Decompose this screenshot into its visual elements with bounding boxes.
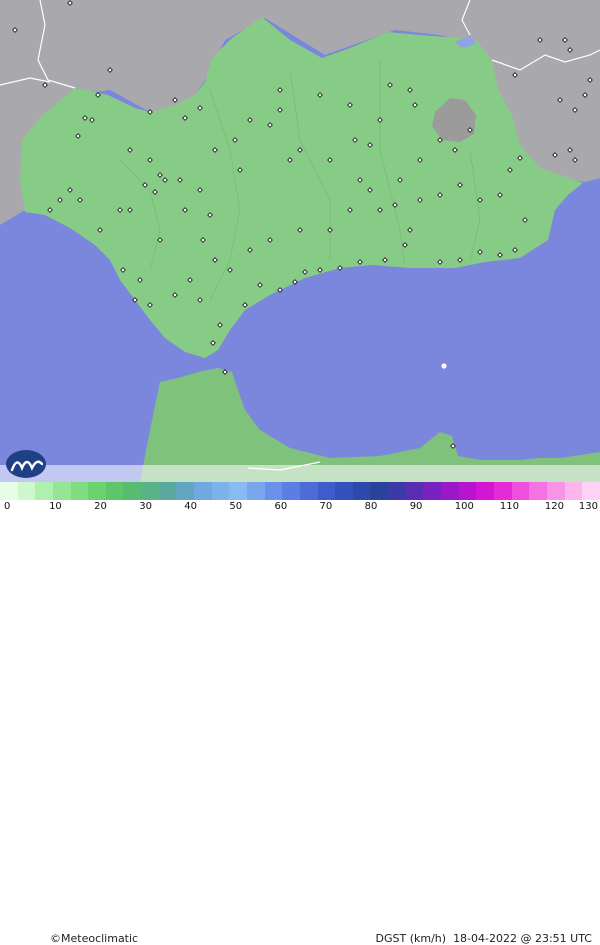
legend-swatch: [458, 482, 477, 500]
legend-tick-label: 30: [139, 501, 152, 512]
legend-tick-label: 110: [499, 501, 519, 512]
legend-swatch: [335, 482, 353, 500]
legend-swatch: [511, 482, 530, 500]
legend-swatch: [546, 482, 565, 500]
legend-swatch: [529, 482, 547, 500]
legend-swatch: [176, 482, 195, 500]
color-legend: 0 10 20 30 40 50 60 70 80 90 100 110 120 130: [0, 482, 600, 517]
legend-swatch: [141, 482, 159, 500]
timestamp-label: 18-04-2022 @ 23:51 UTC: [453, 932, 592, 945]
legend-tick-label: 20: [94, 501, 107, 512]
legend-swatch: [105, 482, 124, 500]
legend-swatch: [229, 482, 247, 500]
legend-swatch: [441, 482, 459, 500]
legend-tick-label: 80: [364, 501, 378, 512]
island: [441, 363, 447, 369]
brand-label: ©Meteoclimatic: [50, 932, 139, 945]
map-footer: ©Meteoclimatic DGST (km/h) 18-04-2022 @ …: [0, 465, 600, 945]
legend-tick-label: 0: [4, 501, 11, 512]
legend-tick-label: 60: [274, 501, 288, 512]
legend-swatch: [493, 482, 512, 500]
legend-swatch: [405, 482, 424, 500]
legend-swatch: [476, 482, 494, 500]
legend-swatch: [299, 482, 318, 500]
legend-swatch: [123, 482, 142, 500]
legend-swatch: [582, 482, 600, 500]
legend-tick-label: 130: [578, 501, 598, 512]
legend-swatch: [52, 482, 71, 500]
legend-swatch: [17, 482, 36, 500]
legend-swatch: [388, 482, 406, 500]
weather-map[interactable]: [0, 0, 600, 482]
legend-swatch: [35, 482, 53, 500]
legend-swatch: [352, 482, 371, 500]
legend-tick-label: 90: [409, 501, 423, 512]
legend-tick-label: 120: [544, 501, 565, 512]
legend-swatch: [282, 482, 300, 500]
legend-tick-label: 10: [49, 501, 62, 512]
legend-swatch: [0, 482, 18, 500]
legend-swatch: [194, 482, 212, 500]
legend-swatch: [317, 482, 336, 500]
legend-tick-label: 70: [319, 501, 333, 512]
map-caption: DGST (km/h) 18-04-2022 @ 23:51 UTC: [376, 932, 592, 945]
legend-tick-label: 100: [454, 501, 474, 512]
legend-ticks: 0 10 20 30 40 50 60 70 80 90 100 110 120 130: [0, 500, 600, 517]
meteoclimatic-logo-icon: [6, 450, 46, 478]
legend-tick-label: 50: [229, 501, 243, 512]
legend-swatch: [370, 482, 389, 500]
variable-label: DGST (km/h): [375, 932, 447, 945]
legend-tick-label: 40: [184, 501, 198, 512]
legend-color-bar: [0, 482, 600, 500]
legend-swatch: [246, 482, 265, 500]
legend-swatch: [264, 482, 283, 500]
legend-swatch: [70, 482, 89, 500]
legend-swatch: [564, 482, 583, 500]
legend-swatch: [88, 482, 106, 500]
legend-swatch: [211, 482, 230, 500]
legend-swatch: [158, 482, 177, 500]
legend-swatch: [423, 482, 442, 500]
